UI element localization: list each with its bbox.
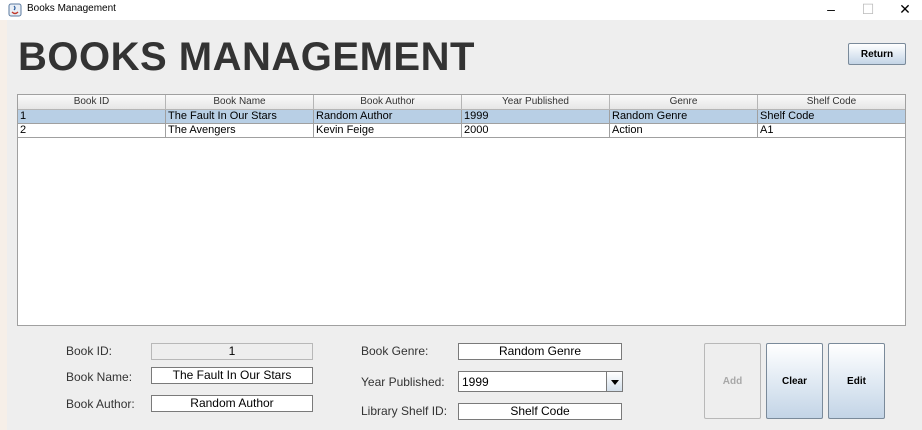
book-name-label: Book Name:	[66, 370, 133, 384]
table-cell: Shelf Code	[758, 110, 905, 124]
table-cell: The Avengers	[166, 124, 314, 138]
table-cell: 1	[18, 110, 166, 124]
table-cell: 1999	[462, 110, 610, 124]
column-header-book-id[interactable]: Book ID	[18, 95, 166, 110]
table-cell: 2	[18, 124, 166, 138]
books-table[interactable]: Book ID Book Name Book Author Year Publi…	[17, 94, 906, 326]
table-cell: Kevin Feige	[314, 124, 462, 138]
shelf-id-field[interactable]: Shelf Code	[458, 403, 622, 420]
table-cell: A1	[758, 124, 905, 138]
table-cell: 2000	[462, 124, 610, 138]
shelf-id-label: Library Shelf ID:	[361, 404, 448, 418]
column-header-book-name[interactable]: Book Name	[166, 95, 314, 110]
table-row[interactable]: 2 The Avengers Kevin Feige 2000 Action A…	[18, 124, 905, 138]
minimize-button[interactable]: –	[816, 0, 846, 20]
close-button[interactable]: ✕	[890, 0, 920, 20]
window-titlebar: Books Management – ☐ ✕	[0, 0, 922, 20]
window-title: Books Management	[27, 3, 116, 14]
chevron-down-icon[interactable]	[606, 372, 622, 391]
book-genre-field[interactable]: Random Genre	[458, 343, 622, 360]
table-cell: The Fault In Our Stars	[166, 110, 314, 124]
book-id-label: Book ID:	[66, 344, 113, 358]
java-app-icon	[8, 3, 22, 17]
edit-button[interactable]: Edit	[828, 343, 885, 419]
clear-button[interactable]: Clear	[766, 343, 823, 419]
column-header-book-author[interactable]: Book Author	[314, 95, 462, 110]
year-published-value: 1999	[462, 375, 489, 389]
book-author-field[interactable]: Random Author	[151, 395, 313, 412]
maximize-button: ☐	[861, 1, 875, 17]
add-button[interactable]: Add	[704, 343, 761, 419]
background-edge	[0, 20, 7, 430]
column-header-genre[interactable]: Genre	[610, 95, 758, 110]
column-header-year-published[interactable]: Year Published	[462, 95, 610, 110]
book-author-label: Book Author:	[66, 397, 135, 411]
book-id-field: 1	[151, 343, 313, 360]
return-button[interactable]: Return	[848, 43, 906, 65]
table-header: Book ID Book Name Book Author Year Publi…	[18, 95, 905, 110]
page-title: BOOKS MANAGEMENT	[18, 35, 475, 79]
book-name-field[interactable]: The Fault In Our Stars	[151, 367, 313, 384]
book-genre-label: Book Genre:	[361, 344, 429, 358]
year-published-dropdown[interactable]: 1999	[458, 371, 623, 392]
column-header-shelf-code[interactable]: Shelf Code	[758, 95, 905, 110]
table-row[interactable]: 1 The Fault In Our Stars Random Author 1…	[18, 110, 905, 124]
table-cell: Random Author	[314, 110, 462, 124]
table-cell: Action	[610, 124, 758, 138]
table-cell: Random Genre	[610, 110, 758, 124]
year-published-label: Year Published:	[361, 375, 445, 389]
